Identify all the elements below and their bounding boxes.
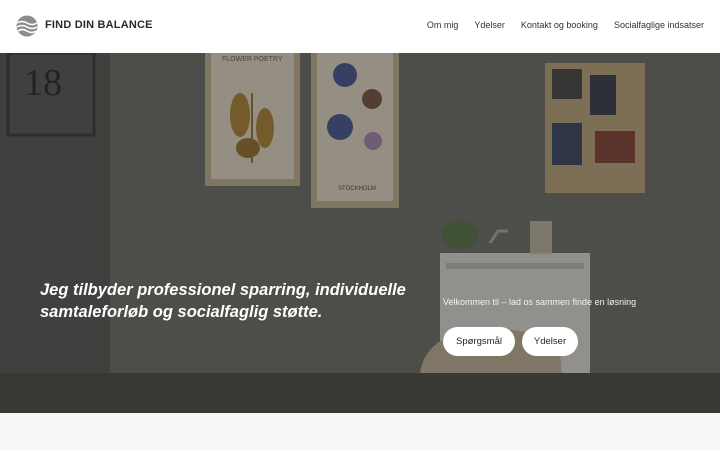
nav-ydelser[interactable]: Ydelser xyxy=(474,20,505,30)
site-header: FIND DIN BALANCE Om mig Ydelser Kontakt … xyxy=(0,0,720,53)
nav-kontakt-booking[interactable]: Kontakt og booking xyxy=(521,20,598,30)
nav-om-mig[interactable]: Om mig xyxy=(427,20,459,30)
next-section-strip xyxy=(0,413,720,450)
nav-socialfaglige-indsatser[interactable]: Socialfaglige indsatser xyxy=(614,20,704,30)
logo-icon[interactable] xyxy=(16,15,38,37)
hero-welcome-text: Velkommen til – lad os sammen finde en l… xyxy=(443,297,637,307)
hero-headline: Jeg tilbyder professionel sparring, indi… xyxy=(40,281,406,321)
hero-background-image: 18 FLOWER POETRY STOCKHOLM xyxy=(0,53,720,413)
main-nav: Om mig Ydelser Kontakt og booking Social… xyxy=(427,20,704,30)
brand-name[interactable]: FIND DIN BALANCE xyxy=(45,19,153,31)
services-button[interactable]: Ydelser xyxy=(522,327,578,356)
questions-button[interactable]: Spørgsmål xyxy=(443,327,515,356)
hero-section: 18 FLOWER POETRY STOCKHOLM Jeg tilbyder … xyxy=(0,53,720,413)
